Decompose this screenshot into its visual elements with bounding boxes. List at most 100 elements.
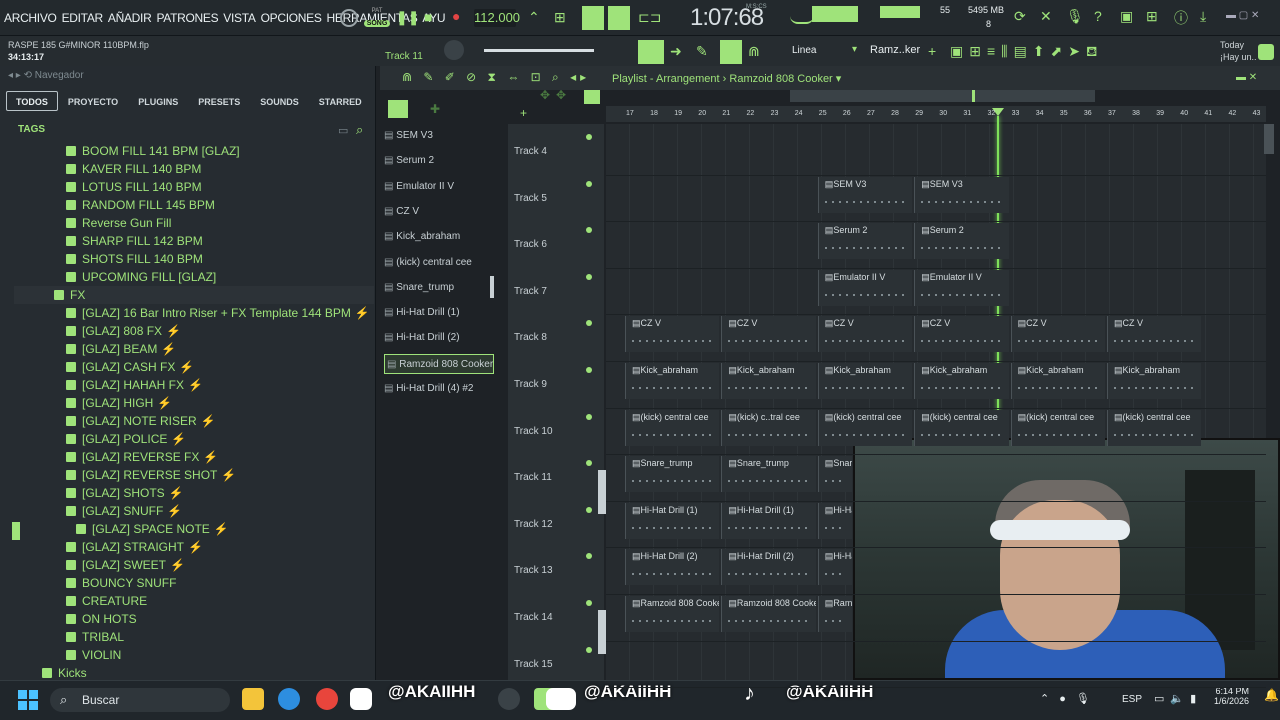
plugin-icon[interactable]: ⊞ xyxy=(1146,8,1158,25)
channel-button[interactable]: ▤ Hi-Hat Drill (4) #2 xyxy=(384,379,473,399)
browser-item[interactable]: Reverse Gun Fill xyxy=(66,214,171,232)
help-icon[interactable]: ? xyxy=(1094,8,1102,24)
playlist-clip[interactable]: ▤Hi-Hat Drill (1) xyxy=(625,502,720,539)
track-header[interactable]: Track 7 xyxy=(514,286,547,297)
channel-button[interactable]: ▤ CZ V xyxy=(384,202,419,222)
playlist-clip[interactable]: ▤(kick) central cee xyxy=(914,409,1009,446)
network-volume-battery-icons[interactable]: ▭🔈▮ xyxy=(1154,692,1202,705)
tempo-display[interactable]: 112.000 xyxy=(474,9,520,27)
playlist-clip[interactable]: ▤CZ V xyxy=(1107,316,1202,353)
taskbar-clock[interactable]: 6:14 PM 1/6/2026 xyxy=(1214,686,1249,706)
track-mute-dot[interactable] xyxy=(586,646,592,653)
browser-item[interactable]: [GLAZ] POLICE ⚡ xyxy=(66,430,186,448)
browser-item[interactable]: [GLAZ] 808 FX ⚡ xyxy=(66,322,181,340)
browser-item[interactable]: CREATURE xyxy=(66,592,147,610)
master-pitch-knob[interactable] xyxy=(444,40,464,60)
song-mode-toggle[interactable]: PAT SONG xyxy=(364,8,390,30)
search-icon[interactable]: ⌕ xyxy=(356,122,363,138)
playlist-clip[interactable]: ▤(kick) central cee xyxy=(1107,409,1202,446)
browser-item[interactable]: [GLAZ] REVERSE FX ⚡ xyxy=(66,448,218,466)
playlist-clip[interactable]: ▤Kick_abraham xyxy=(1010,363,1105,399)
playlist-clip[interactable]: ▤Kick_abraham xyxy=(1107,363,1202,399)
playlist-clip[interactable]: ▤SEM V3 xyxy=(817,176,913,213)
preset-select[interactable]: Ramz..ker xyxy=(870,44,920,56)
channel-button[interactable]: ▤ (kick) central cee xyxy=(384,253,472,273)
playlist-clip[interactable]: ▤Hi-Ha xyxy=(817,549,852,586)
tab-todos[interactable]: TODOS xyxy=(6,91,58,111)
playlist-clip[interactable]: ▤Snare_trump xyxy=(625,456,720,493)
playlist-clip[interactable]: ▤CZ V xyxy=(721,316,816,353)
playlist-clip[interactable]: ▤Kick_abraham xyxy=(817,363,913,399)
playlist-clip[interactable]: ▤(kick) central cee xyxy=(817,409,913,446)
menu-item-3[interactable]: PATRONES xyxy=(156,11,218,25)
playlist-clip[interactable]: ▤Serum 2 xyxy=(914,223,1009,260)
playlist-clip[interactable]: ▤Emulator II V xyxy=(914,269,1009,306)
browser-item[interactable]: KAVER FILL 140 BPM xyxy=(66,160,201,178)
playlist-clip[interactable]: ▤CZ V xyxy=(817,316,913,353)
playlist-clip[interactable]: ▤Ramzo xyxy=(817,596,852,632)
browser-item[interactable]: [GLAZ] HAHAH FX ⚡ xyxy=(66,376,203,394)
window-buttons-icons[interactable]: ▣⊞≡⫼▤⬆⬈➤⛾ xyxy=(950,43,1103,62)
channel-button[interactable]: ▤ Hi-Hat Drill (1) xyxy=(384,303,460,323)
channel-button[interactable]: ▤ Serum 2 xyxy=(384,151,434,171)
channel-button[interactable]: ▤ Snare_trump xyxy=(384,278,454,298)
track-mute-dot[interactable] xyxy=(586,134,592,140)
browser-item[interactable]: [GLAZ] REVERSE SHOT ⚡ xyxy=(66,466,236,484)
add-channel-icon[interactable]: ✚ xyxy=(430,102,440,116)
browser-item[interactable]: [GLAZ] NOTE RISER ⚡ xyxy=(66,412,216,430)
move-icons[interactable]: ✥✥ xyxy=(540,88,572,102)
browser-item[interactable]: [GLAZ] SWEET ⚡ xyxy=(66,556,185,574)
browser-item[interactable]: RANDOM FILL 145 BPM xyxy=(66,196,215,214)
browser-item[interactable]: Kicks xyxy=(42,664,87,682)
playlist-clip[interactable]: ▤Hi-Hat Drill (1) xyxy=(721,502,816,539)
track-mute-dot[interactable] xyxy=(586,506,592,513)
browser-item[interactable]: SHARP FILL 142 BPM xyxy=(66,232,203,250)
playlist-clip[interactable]: ▤CZ V xyxy=(625,316,720,353)
browser-item[interactable]: VIOLIN xyxy=(66,646,121,664)
browser-item[interactable]: LOTUS FILL 140 BPM xyxy=(66,178,202,196)
browser-item[interactable]: BOUNCY SNUFF xyxy=(66,574,176,592)
channel-button[interactable]: ▤ Hi-Hat Drill (2) xyxy=(384,328,460,348)
playlist-button[interactable] xyxy=(638,40,664,64)
horizontal-scrollbar[interactable] xyxy=(790,90,1095,102)
playlist-clip[interactable]: ▤Emulator II V xyxy=(817,269,913,306)
menu-item-0[interactable]: ARCHIVO xyxy=(4,11,57,25)
add-track-icon[interactable]: + xyxy=(520,106,527,120)
browser-item[interactable]: [GLAZ] BEAM ⚡ xyxy=(66,340,176,358)
browser-item[interactable]: UPCOMING FILL [GLAZ] xyxy=(66,268,216,286)
windows-start-icon[interactable] xyxy=(18,690,38,710)
download-icon[interactable]: ⤓ xyxy=(1200,8,1206,25)
file-explorer-icon[interactable] xyxy=(242,688,264,710)
minimize-icon[interactable]: ▬ ▢ ✕ xyxy=(1226,10,1259,21)
playlist-clip[interactable]: ▤Kick_abraham xyxy=(721,363,816,399)
track-mute-dot[interactable] xyxy=(586,413,592,420)
track-mute-dot[interactable] xyxy=(586,180,592,187)
channel-button[interactable]: ▤ SEM V3 xyxy=(384,126,433,146)
tab-presets[interactable]: PRESETS xyxy=(188,91,250,111)
browser-item[interactable]: [GLAZ] HIGH ⚡ xyxy=(66,394,172,412)
playlist-clip[interactable]: ▤(kick) central cee xyxy=(1010,409,1105,446)
track-header[interactable]: Track 6 xyxy=(514,239,547,250)
record-button[interactable]: ● xyxy=(452,8,460,24)
playlist-clip[interactable]: ▤Hi-Ha xyxy=(817,502,852,539)
pause-button[interactable]: ❚❚ xyxy=(396,9,419,26)
playlist-clip[interactable]: ▤(kick) central cee xyxy=(625,409,720,446)
metronome-icon[interactable]: ⌃ xyxy=(528,9,540,26)
tools-icon[interactable]: ✕ xyxy=(1040,8,1052,25)
playlist-clip[interactable]: ▤SEM V3 xyxy=(914,176,1009,213)
browser-item[interactable]: ON HOTS xyxy=(66,610,137,628)
mic-icon[interactable]: 🎙 xyxy=(1066,8,1084,25)
browser-item[interactable]: [GLAZ] CASH FX ⚡ xyxy=(66,358,194,376)
paint-tool-button[interactable] xyxy=(720,40,742,64)
track-header[interactable]: Track 13 xyxy=(514,565,553,576)
track-header[interactable]: Track 5 xyxy=(514,193,547,204)
info-icon[interactable]: ⓘ xyxy=(1174,8,1188,28)
master-volume-slider[interactable] xyxy=(484,49,594,52)
playlist-tools-icons[interactable]: ⋒ ✎ ✐ ⊘ ⧗ ⇔ ⊡ ⌕ ◂▸ xyxy=(402,70,590,85)
tray-icons[interactable]: ⌃●🎙 xyxy=(1040,692,1100,705)
vertical-scrollbar[interactable] xyxy=(1264,124,1274,154)
track-header[interactable]: Track 9 xyxy=(514,379,547,390)
channel-button[interactable]: ▤ Emulator II V xyxy=(384,177,454,197)
track-header[interactable]: Track 8 xyxy=(514,332,547,343)
playlist-clip[interactable]: ▤Serum 2 xyxy=(817,223,913,260)
